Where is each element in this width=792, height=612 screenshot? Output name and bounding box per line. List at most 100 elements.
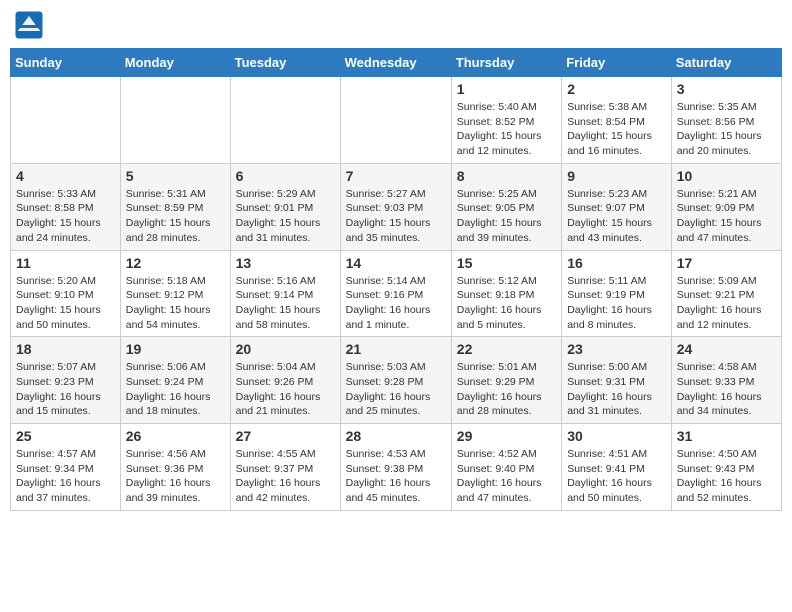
day-info: Sunrise: 5:21 AMSunset: 9:09 PMDaylight:… — [677, 187, 776, 246]
day-info: Sunrise: 5:18 AMSunset: 9:12 PMDaylight:… — [126, 274, 225, 333]
day-info: Sunrise: 5:25 AMSunset: 9:05 PMDaylight:… — [457, 187, 556, 246]
calendar-cell — [120, 77, 230, 164]
day-number: 9 — [567, 168, 666, 184]
day-number: 24 — [677, 341, 776, 357]
day-number: 29 — [457, 428, 556, 444]
page-header — [10, 10, 782, 40]
day-info: Sunrise: 5:07 AMSunset: 9:23 PMDaylight:… — [16, 360, 115, 419]
day-number: 10 — [677, 168, 776, 184]
calendar-cell — [230, 77, 340, 164]
day-info: Sunrise: 5:33 AMSunset: 8:58 PMDaylight:… — [16, 187, 115, 246]
day-info: Sunrise: 5:40 AMSunset: 8:52 PMDaylight:… — [457, 100, 556, 159]
calendar-week-row: 18 Sunrise: 5:07 AMSunset: 9:23 PMDayligh… — [11, 337, 782, 424]
calendar-cell: 7 Sunrise: 5:27 AMSunset: 9:03 PMDaylight… — [340, 163, 451, 250]
day-number: 12 — [126, 255, 225, 271]
day-info: Sunrise: 5:01 AMSunset: 9:29 PMDaylight:… — [457, 360, 556, 419]
day-info: Sunrise: 5:03 AMSunset: 9:28 PMDaylight:… — [346, 360, 446, 419]
weekday-header-cell: Friday — [562, 49, 672, 77]
weekday-header-cell: Thursday — [451, 49, 561, 77]
calendar-cell: 11 Sunrise: 5:20 AMSunset: 9:10 PMDayligh… — [11, 250, 121, 337]
day-number: 17 — [677, 255, 776, 271]
day-number: 27 — [236, 428, 335, 444]
calendar-cell: 18 Sunrise: 5:07 AMSunset: 9:23 PMDayligh… — [11, 337, 121, 424]
day-info: Sunrise: 4:53 AMSunset: 9:38 PMDaylight:… — [346, 447, 446, 506]
calendar-cell: 23 Sunrise: 5:00 AMSunset: 9:31 PMDayligh… — [562, 337, 672, 424]
day-info: Sunrise: 4:55 AMSunset: 9:37 PMDaylight:… — [236, 447, 335, 506]
calendar-week-row: 4 Sunrise: 5:33 AMSunset: 8:58 PMDaylight… — [11, 163, 782, 250]
calendar-body: 1 Sunrise: 5:40 AMSunset: 8:52 PMDaylight… — [11, 77, 782, 511]
day-info: Sunrise: 5:04 AMSunset: 9:26 PMDaylight:… — [236, 360, 335, 419]
day-number: 1 — [457, 81, 556, 97]
day-number: 13 — [236, 255, 335, 271]
day-info: Sunrise: 4:58 AMSunset: 9:33 PMDaylight:… — [677, 360, 776, 419]
weekday-header-cell: Saturday — [671, 49, 781, 77]
calendar-cell: 25 Sunrise: 4:57 AMSunset: 9:34 PMDayligh… — [11, 424, 121, 511]
day-info: Sunrise: 5:20 AMSunset: 9:10 PMDaylight:… — [16, 274, 115, 333]
calendar-cell: 21 Sunrise: 5:03 AMSunset: 9:28 PMDayligh… — [340, 337, 451, 424]
day-number: 23 — [567, 341, 666, 357]
weekday-header-cell: Sunday — [11, 49, 121, 77]
day-info: Sunrise: 5:31 AMSunset: 8:59 PMDaylight:… — [126, 187, 225, 246]
calendar-cell: 22 Sunrise: 5:01 AMSunset: 9:29 PMDayligh… — [451, 337, 561, 424]
calendar-cell: 5 Sunrise: 5:31 AMSunset: 8:59 PMDaylight… — [120, 163, 230, 250]
day-number: 22 — [457, 341, 556, 357]
weekday-header-cell: Wednesday — [340, 49, 451, 77]
day-info: Sunrise: 4:50 AMSunset: 9:43 PMDaylight:… — [677, 447, 776, 506]
logo-icon — [14, 10, 44, 40]
calendar-cell: 26Sunrise: 4:56 AMSunset: 9:36 PMDayligh… — [120, 424, 230, 511]
day-info: Sunrise: 5:11 AMSunset: 9:19 PMDaylight:… — [567, 274, 666, 333]
calendar-cell: 9 Sunrise: 5:23 AMSunset: 9:07 PMDaylight… — [562, 163, 672, 250]
calendar-cell: 31 Sunrise: 4:50 AMSunset: 9:43 PMDayligh… — [671, 424, 781, 511]
day-number: 18 — [16, 341, 115, 357]
calendar-cell: 8 Sunrise: 5:25 AMSunset: 9:05 PMDaylight… — [451, 163, 561, 250]
calendar-week-row: 25 Sunrise: 4:57 AMSunset: 9:34 PMDayligh… — [11, 424, 782, 511]
day-info: Sunrise: 4:57 AMSunset: 9:34 PMDaylight:… — [16, 447, 115, 506]
calendar-cell: 19 Sunrise: 5:06 AMSunset: 9:24 PMDayligh… — [120, 337, 230, 424]
logo — [14, 10, 46, 40]
day-number: 6 — [236, 168, 335, 184]
day-info: Sunrise: 5:09 AMSunset: 9:21 PMDaylight:… — [677, 274, 776, 333]
day-number: 4 — [16, 168, 115, 184]
calendar-cell: 13 Sunrise: 5:16 AMSunset: 9:14 PMDayligh… — [230, 250, 340, 337]
calendar-cell: 17 Sunrise: 5:09 AMSunset: 9:21 PMDayligh… — [671, 250, 781, 337]
day-number: 14 — [346, 255, 446, 271]
calendar-cell: 30Sunrise: 4:51 AMSunset: 9:41 PMDayligh… — [562, 424, 672, 511]
day-number: 20 — [236, 341, 335, 357]
day-number: 15 — [457, 255, 556, 271]
day-info: Sunrise: 5:14 AMSunset: 9:16 PMDaylight:… — [346, 274, 446, 333]
calendar-cell — [11, 77, 121, 164]
weekday-header-cell: Monday — [120, 49, 230, 77]
day-number: 25 — [16, 428, 115, 444]
day-number: 16 — [567, 255, 666, 271]
calendar-table: SundayMondayTuesdayWednesdayThursdayFrid… — [10, 48, 782, 511]
calendar-week-row: 11 Sunrise: 5:20 AMSunset: 9:10 PMDayligh… — [11, 250, 782, 337]
day-number: 26 — [126, 428, 225, 444]
day-number: 2 — [567, 81, 666, 97]
calendar-cell: 28Sunrise: 4:53 AMSunset: 9:38 PMDayligh… — [340, 424, 451, 511]
calendar-cell: 12 Sunrise: 5:18 AMSunset: 9:12 PMDayligh… — [120, 250, 230, 337]
day-info: Sunrise: 5:16 AMSunset: 9:14 PMDaylight:… — [236, 274, 335, 333]
weekday-header-cell: Tuesday — [230, 49, 340, 77]
day-number: 11 — [16, 255, 115, 271]
calendar-cell: 20 Sunrise: 5:04 AMSunset: 9:26 PMDayligh… — [230, 337, 340, 424]
weekday-header-row: SundayMondayTuesdayWednesdayThursdayFrid… — [11, 49, 782, 77]
day-info: Sunrise: 5:00 AMSunset: 9:31 PMDaylight:… — [567, 360, 666, 419]
day-number: 8 — [457, 168, 556, 184]
calendar-cell: 6Sunrise: 5:29 AMSunset: 9:01 PMDaylight… — [230, 163, 340, 250]
day-info: Sunrise: 5:27 AMSunset: 9:03 PMDaylight:… — [346, 187, 446, 246]
day-info: Sunrise: 4:52 AMSunset: 9:40 PMDaylight:… — [457, 447, 556, 506]
day-info: Sunrise: 5:06 AMSunset: 9:24 PMDaylight:… — [126, 360, 225, 419]
calendar-cell: 1 Sunrise: 5:40 AMSunset: 8:52 PMDaylight… — [451, 77, 561, 164]
calendar-cell: 10 Sunrise: 5:21 AMSunset: 9:09 PMDayligh… — [671, 163, 781, 250]
calendar-cell: 14 Sunrise: 5:14 AMSunset: 9:16 PMDayligh… — [340, 250, 451, 337]
day-info: Sunrise: 5:12 AMSunset: 9:18 PMDaylight:… — [457, 274, 556, 333]
day-number: 31 — [677, 428, 776, 444]
day-number: 5 — [126, 168, 225, 184]
day-number: 21 — [346, 341, 446, 357]
day-number: 19 — [126, 341, 225, 357]
day-info: Sunrise: 5:23 AMSunset: 9:07 PMDaylight:… — [567, 187, 666, 246]
day-number: 7 — [346, 168, 446, 184]
calendar-cell: 29 Sunrise: 4:52 AMSunset: 9:40 PMDayligh… — [451, 424, 561, 511]
calendar-cell: 2Sunrise: 5:38 AMSunset: 8:54 PMDaylight… — [562, 77, 672, 164]
day-number: 3 — [677, 81, 776, 97]
